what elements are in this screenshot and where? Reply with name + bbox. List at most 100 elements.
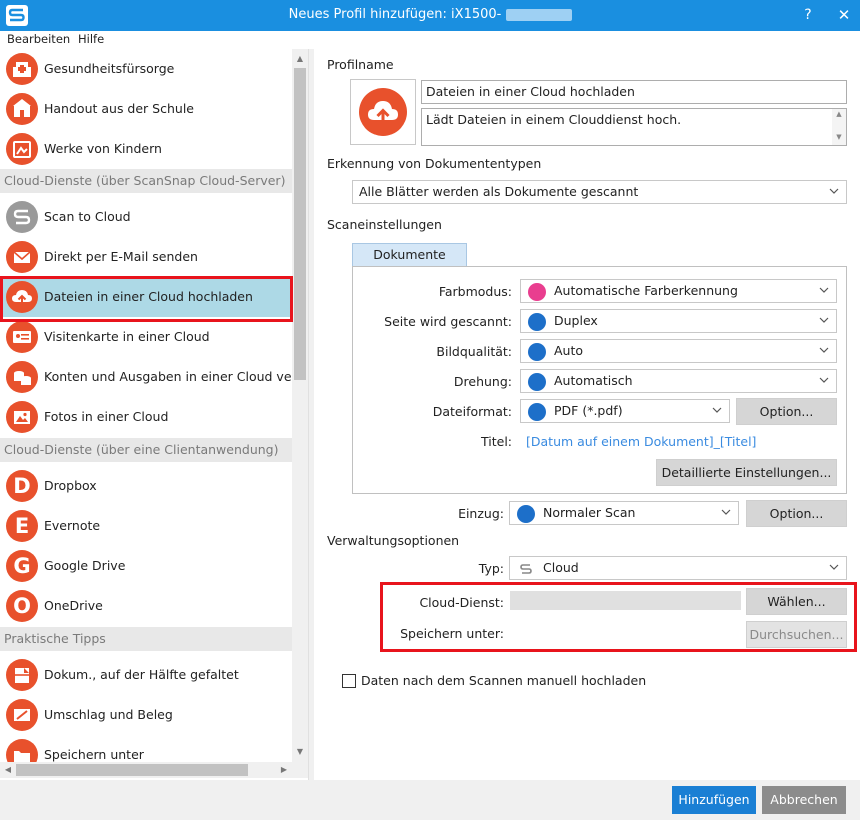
dropbox-icon: D bbox=[6, 470, 38, 502]
help-button[interactable]: ? bbox=[796, 5, 820, 25]
auto-color-icon bbox=[528, 283, 546, 301]
onedrive-icon: O bbox=[6, 590, 38, 622]
scansnap-logo-icon bbox=[6, 5, 28, 26]
tab-documents[interactable]: Dokumente bbox=[352, 243, 467, 267]
cloud-service-icon bbox=[520, 564, 532, 574]
group-header-tips: Praktische Tipps bbox=[0, 627, 292, 651]
type-dropdown[interactable]: Cloud bbox=[509, 556, 847, 580]
chevron-down-icon bbox=[819, 377, 829, 383]
cancel-button[interactable]: Abbrechen bbox=[762, 786, 846, 814]
profile-name-input[interactable]: Dateien in einer Cloud hochladen bbox=[421, 80, 847, 104]
title-link[interactable]: [Datum auf einem Dokument]_[Titel] bbox=[526, 434, 756, 449]
list-item-label: Umschlag und Beleg bbox=[44, 707, 173, 722]
list-item[interactable]: Gesundheitsfürsorge bbox=[0, 49, 292, 89]
scroll-right-arrow-icon[interactable]: ▶ bbox=[276, 762, 292, 778]
doctype-dropdown[interactable]: Alle Blätter werden als Dokumente gescan… bbox=[352, 180, 847, 204]
doctype-label: Erkennung von Dokumententypen bbox=[327, 156, 542, 171]
rotation-label: Drehung: bbox=[453, 374, 512, 389]
list-item-label: Visitenkarte in einer Cloud bbox=[44, 329, 210, 344]
quality-auto-icon bbox=[528, 343, 546, 361]
list-item-label: Direkt per E-Mail senden bbox=[44, 249, 198, 264]
profile-description-input[interactable]: Lädt Dateien in einem Clouddienst hoch. … bbox=[421, 108, 847, 146]
feed-dropdown[interactable]: Normaler Scan bbox=[509, 501, 739, 525]
rotation-icon bbox=[528, 373, 546, 391]
list-item-label: Dokum., auf der Hälfte gefaltet bbox=[44, 667, 239, 682]
scroll-down-arrow-icon[interactable]: ▼ bbox=[292, 744, 308, 760]
list-item[interactable]: Direkt per E-Mail senden bbox=[0, 237, 292, 277]
menu-help[interactable]: Hilfe bbox=[78, 32, 104, 46]
list-item[interactable]: Visitenkarte in einer Cloud bbox=[0, 317, 292, 357]
google-drive-icon: G bbox=[6, 550, 38, 582]
photos-icon bbox=[6, 401, 38, 433]
manual-upload-label: Daten nach dem Scannen manuell hochladen bbox=[361, 673, 647, 688]
list-item-label: Evernote bbox=[44, 518, 101, 533]
scroll-up-arrow-icon[interactable]: ▲ bbox=[292, 51, 308, 67]
feed-label: Einzug: bbox=[458, 506, 504, 521]
add-button[interactable]: Hinzufügen bbox=[672, 786, 756, 814]
envelope-receipt-icon bbox=[6, 699, 38, 731]
color-mode-label: Farbmodus: bbox=[438, 284, 512, 299]
redacted-serial bbox=[506, 9, 572, 21]
list-item-label: Fotos in einer Cloud bbox=[44, 409, 169, 424]
scroll-up-arrow-icon[interactable]: ▲ bbox=[832, 110, 846, 118]
list-item[interactable]: Dokum., auf der Hälfte gefaltet bbox=[0, 655, 292, 695]
list-item-label: OneDrive bbox=[44, 598, 103, 613]
group-header-cloud-server: Cloud-Dienste (über ScanSnap Cloud-Serve… bbox=[0, 169, 292, 193]
list-item[interactable]: Scan to Cloud bbox=[0, 197, 292, 237]
list-item-label: Handout aus der Schule bbox=[44, 101, 194, 116]
folder-icon bbox=[6, 739, 38, 762]
menu-edit[interactable]: Bearbeiten bbox=[7, 32, 70, 46]
image-quality-label: Bildqualität: bbox=[436, 344, 512, 359]
chevron-down-icon bbox=[819, 287, 829, 293]
close-button[interactable]: ✕ bbox=[832, 5, 856, 25]
scan-side-label: Seite wird gescannt: bbox=[384, 314, 512, 329]
manual-upload-checkbox[interactable] bbox=[342, 674, 356, 688]
list-item[interactable]: D Dropbox bbox=[0, 466, 292, 506]
feed-option-button[interactable]: Option... bbox=[746, 500, 847, 527]
list-item[interactable]: Konten und Ausgaben in einer Cloud verwa… bbox=[0, 357, 292, 397]
chevron-down-icon bbox=[829, 188, 839, 194]
file-format-dropdown[interactable]: PDF (*.pdf) bbox=[520, 399, 730, 423]
folded-document-icon bbox=[6, 659, 38, 691]
management-options-label: Verwaltungsoptionen bbox=[327, 533, 460, 548]
scroll-left-arrow-icon[interactable]: ◀ bbox=[0, 762, 16, 778]
scroll-down-arrow-icon[interactable]: ▼ bbox=[832, 133, 846, 141]
list-horizontal-scroll-thumb[interactable] bbox=[16, 764, 248, 776]
profile-icon-frame[interactable] bbox=[350, 79, 416, 145]
type-label: Typ: bbox=[478, 561, 504, 576]
profile-name-label: Profilname bbox=[327, 57, 394, 72]
title-bar: Neues Profil hinzufügen: iX1500- ? ✕ bbox=[0, 0, 860, 31]
pane-splitter[interactable] bbox=[308, 49, 314, 780]
list-item-label: Speichern unter bbox=[44, 747, 144, 762]
list-item[interactable]: Fotos in einer Cloud bbox=[0, 397, 292, 437]
list-item[interactable]: Speichern unter bbox=[0, 735, 292, 762]
list-item[interactable]: E Evernote bbox=[0, 506, 292, 546]
title-label: Titel: bbox=[481, 434, 512, 449]
file-format-option-button[interactable]: Option... bbox=[736, 398, 837, 425]
scan-side-dropdown[interactable]: Duplex bbox=[520, 309, 837, 333]
scan-settings-label: Scaneinstellungen bbox=[327, 217, 442, 232]
list-item-label: Werke von Kindern bbox=[44, 141, 162, 156]
detailed-settings-button[interactable]: Detaillierte Einstellungen... bbox=[656, 459, 837, 486]
list-item[interactable]: Umschlag und Beleg bbox=[0, 695, 292, 735]
list-item[interactable]: G Google Drive bbox=[0, 546, 292, 586]
image-quality-dropdown[interactable]: Auto bbox=[520, 339, 837, 363]
scan-to-cloud-icon bbox=[6, 201, 38, 233]
chevron-down-icon bbox=[829, 564, 839, 570]
list-scroll-thumb[interactable] bbox=[294, 68, 306, 380]
color-mode-dropdown[interactable]: Automatische Farberkennung bbox=[520, 279, 837, 303]
window-title: Neues Profil hinzufügen: iX1500- bbox=[288, 7, 502, 22]
chevron-down-icon bbox=[721, 509, 731, 515]
duplex-icon bbox=[528, 313, 546, 331]
profile-list: Gesundheitsfürsorge Handout aus der Schu… bbox=[0, 49, 292, 762]
list-item[interactable]: O OneDrive bbox=[0, 586, 292, 626]
pdf-file-icon bbox=[528, 403, 546, 421]
list-item-label: Konten und Ausgaben in einer Cloud verwa… bbox=[44, 369, 292, 384]
list-item[interactable]: Werke von Kindern bbox=[0, 129, 292, 169]
rotation-dropdown[interactable]: Automatisch bbox=[520, 369, 837, 393]
highlight-frame bbox=[0, 276, 293, 322]
email-icon bbox=[6, 241, 38, 273]
list-item[interactable]: Handout aus der Schule bbox=[0, 89, 292, 129]
kids-artwork-icon bbox=[6, 133, 38, 165]
description-scrollbar[interactable]: ▲ ▼ bbox=[832, 109, 846, 145]
